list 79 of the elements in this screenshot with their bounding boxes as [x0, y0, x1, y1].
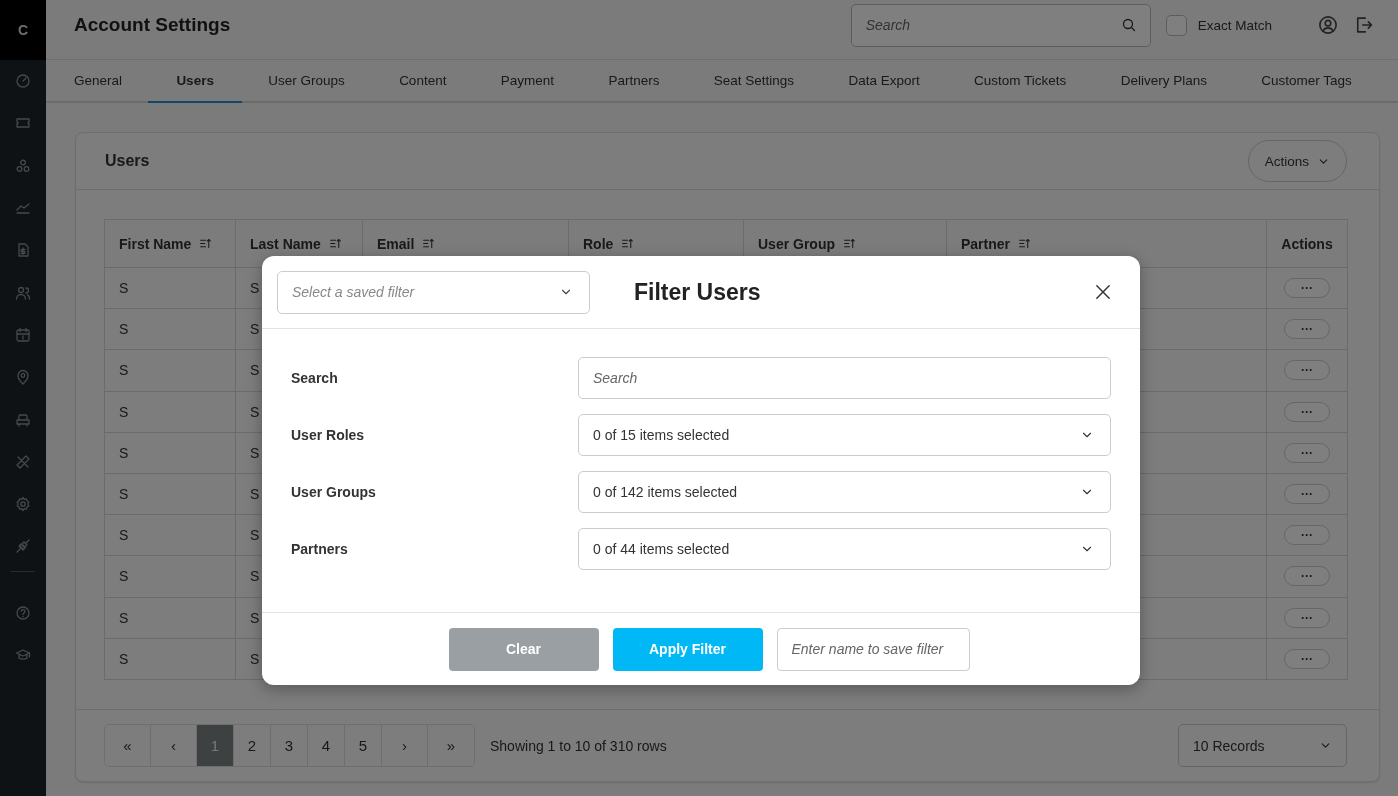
more-button[interactable]: ··· [1284, 525, 1330, 546]
table-cell: S [104, 308, 236, 350]
multi-select[interactable]: 0 of 44 items selected [578, 528, 1111, 570]
search-field[interactable]: Search [578, 357, 1111, 399]
dialog-title: Filter Users [634, 278, 762, 306]
table-cell: S [104, 432, 236, 474]
sort-icon[interactable] [621, 237, 635, 250]
table-cell: S [104, 597, 236, 639]
actions-button[interactable]: Actions [1247, 140, 1347, 182]
more-button[interactable]: ··· [1284, 566, 1330, 587]
tab[interactable]: Seat Settings [713, 60, 795, 103]
more-button[interactable]: ··· [1284, 648, 1330, 669]
search-field[interactable]: Search [850, 3, 1151, 47]
filter-name-field[interactable]: Enter name to save filter [776, 627, 970, 671]
help-icon[interactable] [15, 604, 31, 621]
more-button[interactable]: ··· [1284, 442, 1330, 463]
sort-icon[interactable] [843, 237, 856, 250]
tab[interactable]: Partners [608, 60, 660, 103]
more-button[interactable]: ··· [1284, 319, 1330, 340]
plug-icon[interactable] [15, 538, 31, 555]
column-header[interactable]: Last Name [250, 235, 321, 252]
multi-select[interactable]: 0 of 15 items selected [578, 414, 1111, 456]
table-cell: S [104, 473, 236, 515]
table-cell: S [104, 555, 236, 597]
user-icon[interactable] [1318, 15, 1338, 35]
search-icon[interactable] [1120, 16, 1137, 33]
column-header[interactable]: Role [583, 235, 614, 252]
tab[interactable]: User Groups [268, 60, 345, 103]
apply-filter-button[interactable]: Apply Filter [612, 627, 763, 671]
graduation-cap-icon[interactable] [15, 647, 31, 663]
more-button[interactable]: ··· [1284, 607, 1330, 628]
tab[interactable]: Custom Tickets [974, 60, 1067, 103]
table-cell: S [104, 638, 236, 680]
tab[interactable]: Content [399, 60, 447, 103]
column-header[interactable]: First Name [119, 235, 192, 252]
circles-icon[interactable] [15, 157, 31, 174]
tab[interactable]: Users [148, 60, 242, 103]
table-cell: S [104, 391, 236, 433]
column-header[interactable]: User Group [758, 235, 835, 252]
column-header[interactable]: Partner [961, 235, 1011, 252]
settings-icon[interactable] [15, 496, 31, 513]
tab[interactable]: General [74, 60, 123, 103]
page-size-select[interactable]: 10 Records [1178, 724, 1347, 767]
tab[interactable]: Delivery Plans [1120, 60, 1207, 103]
sort-icon[interactable] [199, 237, 213, 250]
more-button[interactable]: ··· [1284, 278, 1330, 299]
rows-summary: Showing 1 to 10 of 310 rows [490, 737, 668, 754]
more-button[interactable]: ··· [1284, 484, 1330, 505]
column-header[interactable]: Email [377, 235, 415, 252]
gauge-icon[interactable] [15, 73, 31, 90]
clear-button[interactable]: Clear [448, 627, 599, 671]
exact-match-checkbox[interactable] [1165, 14, 1187, 36]
table-cell: S [104, 349, 236, 392]
tools-icon[interactable] [15, 453, 31, 470]
users-icon[interactable] [15, 284, 31, 301]
calendar-icon[interactable] [15, 326, 31, 343]
page-title: Account Settings [74, 14, 232, 36]
sort-icon[interactable] [328, 237, 342, 250]
multi-select[interactable]: 0 of 142 items selected [578, 471, 1111, 513]
tab[interactable]: Data Export [848, 60, 920, 103]
card-title: Users [105, 152, 150, 170]
more-button[interactable]: ··· [1284, 401, 1330, 422]
sort-icon[interactable] [422, 237, 436, 250]
close-icon[interactable] [1094, 283, 1112, 301]
invoice-icon[interactable] [15, 242, 31, 259]
field-label: Search [291, 369, 339, 388]
table-cell: S [104, 267, 236, 309]
sort-icon[interactable] [1018, 237, 1032, 250]
more-button[interactable]: ··· [1284, 360, 1330, 381]
checkbox-label: Exact Match [1197, 17, 1272, 33]
logout-icon[interactable] [1354, 15, 1374, 35]
tab[interactable]: Payment [500, 60, 555, 103]
table-cell: S [104, 514, 236, 556]
logo[interactable]: C [0, 0, 46, 60]
saved-filter-select[interactable]: Select a saved filter [277, 270, 590, 314]
tab[interactable]: Customer Tags [1261, 60, 1352, 103]
armchair-icon[interactable] [15, 411, 31, 428]
location-icon[interactable] [15, 369, 31, 386]
page-button[interactable]: « [105, 725, 151, 766]
